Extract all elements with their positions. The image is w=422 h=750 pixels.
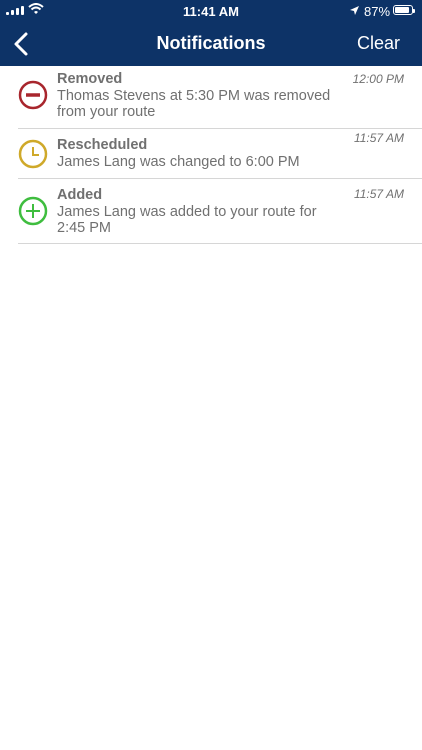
- notification-item-rescheduled[interactable]: Rescheduled James Lang was changed to 6:…: [18, 129, 422, 179]
- notification-time: 11:57 AM: [353, 187, 404, 201]
- chevron-left-icon: [14, 32, 28, 56]
- notification-time: 11:57 AM: [353, 131, 404, 145]
- notification-title: Removed: [57, 71, 123, 87]
- battery-percentage: 87%: [364, 4, 391, 19]
- app-header: 11:41 AM 87% Notifications Clear: [0, 0, 422, 66]
- minus-circle-icon: [18, 80, 48, 110]
- clock-icon: [18, 139, 48, 169]
- location-arrow-icon: [350, 6, 359, 15]
- notification-item-removed[interactable]: Removed Thomas Stevens at 5:30 PM was re…: [18, 66, 422, 129]
- battery-icon: [393, 5, 415, 15]
- status-bar: 11:41 AM 87%: [0, 0, 422, 22]
- back-button[interactable]: [8, 30, 38, 58]
- notification-item-added[interactable]: Added James Lang was added to your route…: [18, 179, 422, 244]
- battery-fill: [395, 7, 409, 13]
- notification-message: Thomas Stevens at 5:30 PM was removed fr…: [57, 88, 331, 120]
- notification-message: James Lang was added to your route for 2…: [57, 204, 317, 236]
- notification-title: Added: [57, 187, 103, 203]
- notification-time: 12:00 PM: [352, 72, 404, 86]
- notification-message: James Lang was changed to 6:00 PM: [57, 154, 300, 170]
- plus-circle-icon: [18, 196, 48, 226]
- clear-button[interactable]: Clear: [357, 33, 400, 54]
- navigation-bar: Notifications Clear: [0, 22, 422, 66]
- notification-title: Rescheduled: [57, 137, 148, 153]
- notification-list: Removed Thomas Stevens at 5:30 PM was re…: [0, 66, 422, 244]
